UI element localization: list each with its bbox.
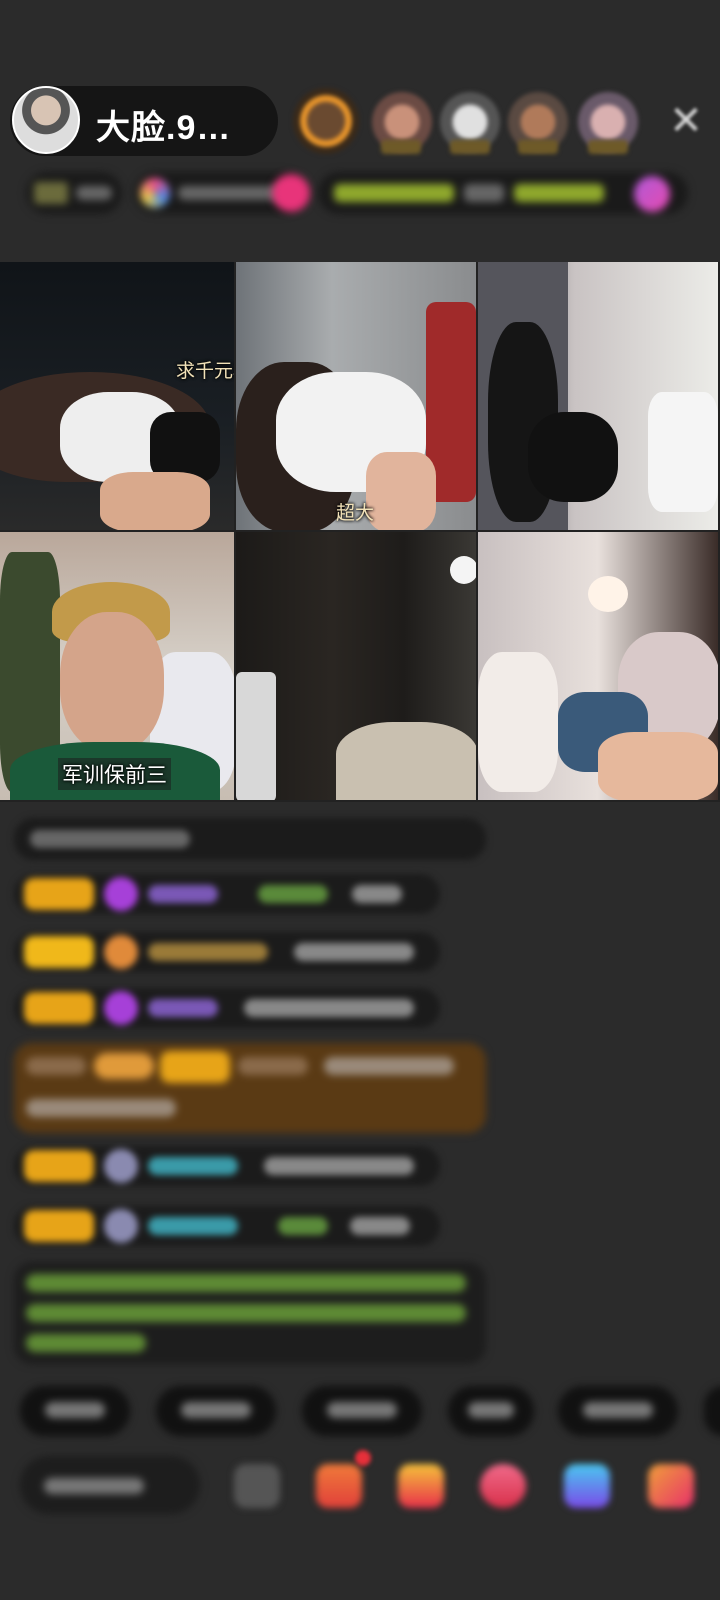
quick-reply-chip[interactable] xyxy=(156,1386,276,1436)
viewer-rank-badge xyxy=(381,140,421,154)
tile-label-4: 军训保前三 xyxy=(58,758,171,790)
gift-message-banner[interactable] xyxy=(14,1043,486,1133)
heart-icon[interactable] xyxy=(480,1464,526,1508)
host-avatar[interactable] xyxy=(12,86,80,154)
video-tile-1[interactable]: 求千元机 xyxy=(0,262,236,532)
video-tile-5[interactable] xyxy=(236,532,478,802)
chat-message[interactable] xyxy=(14,1146,440,1186)
video-tile-3[interactable] xyxy=(478,262,720,532)
quick-reply-chip[interactable] xyxy=(448,1386,534,1436)
host-level-chip[interactable] xyxy=(26,172,122,214)
pink-badge-icon[interactable] xyxy=(268,172,314,214)
video-tile-2[interactable]: 超大 xyxy=(236,262,478,532)
quick-reply-chip[interactable] xyxy=(704,1386,720,1436)
quick-reply-chip[interactable] xyxy=(558,1386,678,1436)
close-icon[interactable]: ✕ xyxy=(666,101,706,141)
chat-message[interactable] xyxy=(14,988,440,1028)
viewer-avatar-1[interactable] xyxy=(293,88,359,154)
gift-box-icon[interactable] xyxy=(316,1464,362,1508)
viewer-rank-badge xyxy=(518,140,558,154)
treasure-icon[interactable] xyxy=(398,1464,444,1508)
tile-label-1: 求千元机 xyxy=(176,361,234,382)
platform-notice-message xyxy=(14,1262,486,1364)
quick-reply-chip[interactable] xyxy=(20,1386,130,1436)
quick-reply-chip[interactable] xyxy=(302,1386,422,1436)
chat-system-notice xyxy=(14,818,486,860)
video-tile-4[interactable]: 军训保前三 xyxy=(0,532,236,802)
chat-message[interactable] xyxy=(14,932,440,972)
viewer-rank-badge xyxy=(588,140,628,154)
chat-icon[interactable] xyxy=(234,1464,280,1508)
chat-message[interactable] xyxy=(14,874,440,914)
comment-input[interactable] xyxy=(20,1456,200,1514)
notification-dot xyxy=(355,1450,371,1466)
tile-label-2: 超大 xyxy=(336,503,375,524)
video-tile-6[interactable] xyxy=(478,532,720,802)
more-gift-icon[interactable] xyxy=(648,1464,694,1508)
chat-message[interactable] xyxy=(14,1206,440,1246)
host-name[interactable]: 大脸.9… xyxy=(96,100,231,149)
video-grid: 求千元机 超大 军训保前三 xyxy=(0,262,720,802)
game-icon[interactable] xyxy=(564,1464,610,1508)
viewer-rank-badge xyxy=(450,140,490,154)
rank-banner[interactable] xyxy=(318,172,688,214)
